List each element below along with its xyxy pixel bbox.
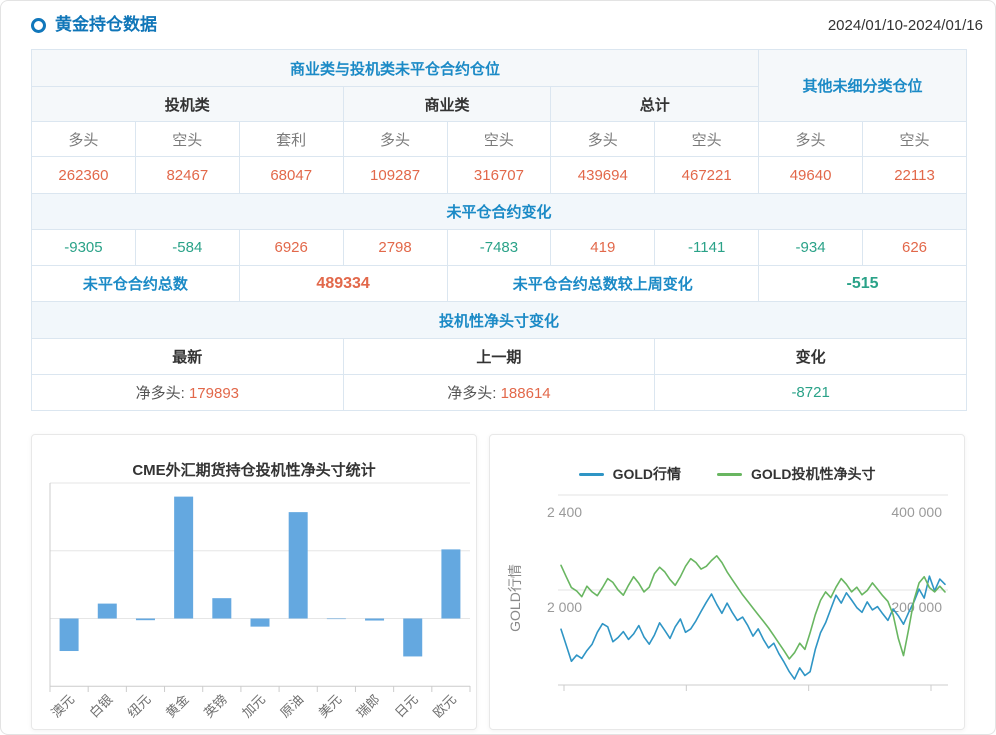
svg-text:美元: 美元: [315, 692, 344, 721]
gold-price-netposition-line-chart: 2 400 2 000 400 000 200 000 GOLD行情: [490, 435, 965, 729]
change-value: 2798: [343, 230, 447, 266]
change-value: -1141: [655, 230, 759, 266]
total-oi-label: 未平仓合约总数: [32, 266, 240, 302]
position-value: 82467: [135, 157, 239, 194]
position-value: 467221: [655, 157, 759, 194]
spec-header-change: 变化: [655, 339, 967, 375]
cme-net-position-bar-chart: 澳元白银纽元黄金英镑加元原油美元瑞郎日元欧元: [32, 435, 477, 729]
svg-text:2 400: 2 400: [547, 504, 582, 520]
category-commercial: 商业类: [343, 87, 551, 122]
svg-text:黄金: 黄金: [163, 692, 192, 721]
svg-text:纽元: 纽元: [125, 692, 154, 721]
position-value: 316707: [447, 157, 551, 194]
position-value: 22113: [863, 157, 967, 194]
change-value: -7483: [447, 230, 551, 266]
position-value: 109287: [343, 157, 447, 194]
category-total: 总计: [551, 87, 759, 122]
col-header-short: 空头: [655, 122, 759, 157]
svg-text:2 000: 2 000: [547, 599, 582, 615]
position-value: 439694: [551, 157, 655, 194]
position-value: 68047: [239, 157, 343, 194]
spec-latest-cell: 净多头: 179893: [32, 375, 344, 411]
group-header-main: 商业类与投机类未平仓合约仓位: [32, 50, 759, 87]
gold-positions-page: 黄金持仓数据 2024/01/10-2024/01/16 商业类与投机类未平仓合…: [0, 0, 996, 735]
date-range: 2024/01/10-2024/01/16: [828, 17, 983, 34]
svg-text:原油: 原油: [277, 692, 306, 721]
change-value: -934: [759, 230, 863, 266]
col-header-long: 多头: [551, 122, 655, 157]
bar-chart-panel: CME外汇期货持仓投机性净头寸统计 澳元白银纽元黄金英镑加元原油美元瑞郎日元欧元: [31, 434, 477, 730]
svg-text:瑞郎: 瑞郎: [354, 692, 383, 721]
svg-text:欧元: 欧元: [430, 692, 459, 721]
section-marker-icon: [31, 18, 46, 33]
page-header: 黄金持仓数据 2024/01/10-2024/01/16: [31, 14, 983, 36]
svg-text:400 000: 400 000: [891, 504, 942, 520]
section-title-spec-net: 投机性净头寸变化: [32, 302, 967, 339]
weekly-change-label: 未平仓合约总数较上周变化: [447, 266, 759, 302]
page-title: 黄金持仓数据: [55, 14, 157, 36]
group-header-other: 其他未细分类仓位: [759, 50, 967, 122]
svg-text:加元: 加元: [239, 692, 268, 721]
net-long-label: 净多头:: [447, 385, 496, 402]
total-oi-value: 489334: [239, 266, 447, 302]
col-header-long: 多头: [343, 122, 447, 157]
svg-text:200 000: 200 000: [891, 599, 942, 615]
change-value: -584: [135, 230, 239, 266]
category-speculative: 投机类: [32, 87, 344, 122]
col-header-short: 空头: [135, 122, 239, 157]
change-value: 626: [863, 230, 967, 266]
change-value: 6926: [239, 230, 343, 266]
col-header-spread: 套利: [239, 122, 343, 157]
svg-text:GOLD行情: GOLD行情: [507, 564, 523, 632]
net-long-label: 净多头:: [136, 385, 185, 402]
line-chart-panel: GOLD行情GOLD投机性净头寸 2 4002 000400 000200 00…: [489, 434, 965, 730]
net-long-value: 188614: [501, 385, 551, 402]
col-header-short: 空头: [863, 122, 967, 157]
weekly-change-value: -515: [759, 266, 967, 302]
change-value: -9305: [32, 230, 136, 266]
col-header-long: 多头: [32, 122, 136, 157]
change-value: 419: [551, 230, 655, 266]
col-header-short: 空头: [447, 122, 551, 157]
col-header-long: 多头: [759, 122, 863, 157]
position-value: 262360: [32, 157, 136, 194]
net-long-value: 179893: [189, 385, 239, 402]
spec-previous-cell: 净多头: 188614: [343, 375, 655, 411]
svg-text:英镑: 英镑: [201, 692, 230, 721]
spec-change-value: -8721: [655, 375, 967, 411]
positions-table: 商业类与投机类未平仓合约仓位 其他未细分类仓位 投机类 商业类 总计 多头 空头…: [31, 49, 967, 411]
section-title-oi-change: 未平仓合约变化: [32, 194, 967, 230]
spec-header-latest: 最新: [32, 339, 344, 375]
svg-text:澳元: 澳元: [48, 692, 77, 721]
svg-text:日元: 日元: [392, 692, 421, 721]
spec-header-previous: 上一期: [343, 339, 655, 375]
svg-text:白银: 白银: [86, 692, 115, 721]
position-value: 49640: [759, 157, 863, 194]
charts-row: CME外汇期货持仓投机性净头寸统计 澳元白银纽元黄金英镑加元原油美元瑞郎日元欧元…: [31, 434, 965, 730]
